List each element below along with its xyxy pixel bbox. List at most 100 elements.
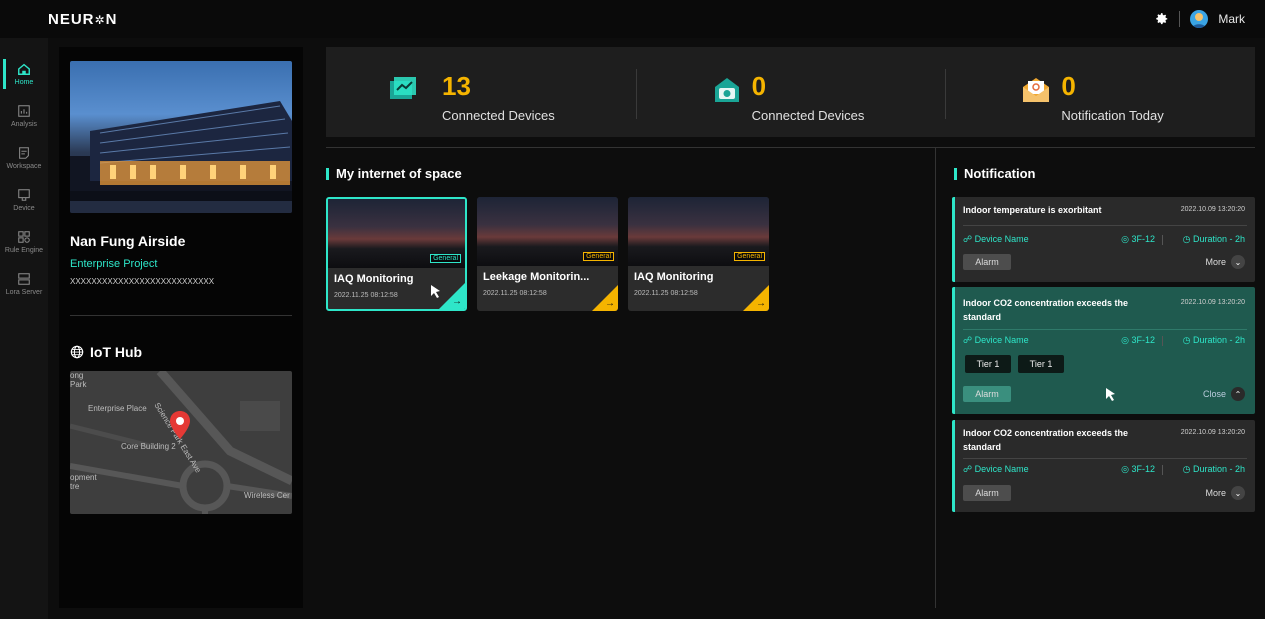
map-label: ong [70, 371, 84, 380]
stat-value: 13 [442, 71, 471, 101]
notification-duration: ◷ Duration - 2h [1182, 464, 1245, 474]
sidebar-item-workspace[interactable]: Workspace [0, 137, 48, 179]
sidebar-item-label: Analysis [10, 121, 38, 128]
divider [70, 315, 292, 316]
space-card-tag: General [430, 254, 461, 263]
arrow-right-icon[interactable]: → [452, 296, 462, 307]
space-card-title: Leekage Monitorin... [483, 271, 590, 283]
map-label: Park [70, 380, 87, 389]
arrow-right-icon[interactable]: → [605, 298, 615, 309]
notification-section-title: Notification [954, 166, 1036, 181]
section-divider [326, 147, 1255, 148]
more-toggle[interactable]: More ⌄ [1205, 255, 1245, 269]
chevron-down-icon: ⌄ [1231, 255, 1245, 269]
space-card-tag: General [583, 252, 614, 261]
rule-engine-icon [18, 231, 30, 243]
map-label: Wireless Cer [244, 491, 290, 500]
app-logo[interactable]: NEUR✲N [48, 11, 117, 28]
notification-device[interactable]: ☍ Device Name [963, 234, 1029, 245]
close-toggle[interactable]: Close ⌃ [1203, 387, 1245, 401]
stat-notification-today: 0 Notification Today [945, 47, 1255, 137]
map-label: opment [70, 473, 97, 482]
project-code: XXXXXXXXXXXXXXXXXXXXXXXXXXX [70, 277, 215, 286]
notification-divider [963, 225, 1247, 226]
space-card-date: 2022.11.25 08:12:58 [634, 290, 698, 297]
sidebar: Home Analysis Workspace Device Rule Engi… [0, 38, 48, 619]
project-name: Nan Fung Airside [70, 233, 186, 249]
space-card[interactable]: General IAQ Monitoring 2022.11.25 08:12:… [628, 197, 769, 311]
notification-divider [963, 458, 1247, 459]
space-card-title: IAQ Monitoring [634, 271, 714, 283]
avatar[interactable] [1190, 10, 1209, 28]
notification-device[interactable]: ☍ Device Name [963, 464, 1029, 475]
sidebar-item-label: Device [13, 205, 35, 212]
cursor-icon [431, 285, 440, 298]
gear-icon[interactable] [1155, 12, 1169, 26]
user-name[interactable]: Mark [1218, 12, 1245, 26]
iot-hub-title: IoT Hub [70, 344, 142, 360]
map-label: Core Building 2 [121, 442, 176, 451]
devices-chart-icon [390, 77, 416, 99]
notification-card[interactable]: Indoor CO2 concentration exceeds the sta… [952, 420, 1255, 512]
sidebar-item-label: Workspace [6, 163, 42, 170]
stats-bar: 13 Connected Devices 0 Connected Devices… [326, 47, 1255, 137]
sidebar-item-label: Lora Server [5, 289, 43, 296]
map-label: Enterprise Place [88, 404, 147, 413]
more-toggle[interactable]: More ⌄ [1205, 486, 1245, 500]
chart-icon [18, 105, 30, 117]
map-label: tre [70, 482, 80, 491]
home-icon [18, 63, 30, 75]
notification-title: Indoor CO2 concentration exceeds the sta… [963, 298, 1129, 322]
sidebar-item-rule-engine[interactable]: Rule Engine [0, 221, 48, 263]
cursor-icon [1106, 388, 1115, 401]
arrow-right-icon[interactable]: → [756, 298, 766, 309]
notification-divider [963, 329, 1247, 330]
notification-duration: ◷ Duration - 2h [1182, 335, 1245, 345]
stat-connected-devices-2: 0 Connected Devices [635, 47, 946, 137]
project-panel: Nan Fung Airside Enterprise Project XXXX… [59, 47, 303, 608]
space-card[interactable]: General Leekage Monitorin... 2022.11.25 … [477, 197, 618, 311]
spaces-section-title: My internet of space [326, 166, 462, 181]
space-card-date: 2022.11.25 08:12:58 [334, 292, 398, 299]
notification-time: 2022.10.09 13:20:20 [1180, 206, 1245, 213]
space-card-date: 2022.11.25 08:12:58 [483, 290, 547, 297]
notification-title: Indoor CO2 concentration exceeds the sta… [963, 428, 1129, 452]
tier-tag: Tier 1 [1018, 355, 1064, 373]
sidebar-item-home[interactable]: Home [0, 53, 48, 95]
server-icon [18, 273, 30, 285]
divider [1162, 336, 1163, 346]
device-icon [18, 189, 30, 201]
notification-title: Indoor temperature is exorbitant [963, 205, 1102, 215]
stat-value: 0 [1061, 71, 1076, 101]
space-card[interactable]: General IAQ Monitoring 2022.11.25 08:12:… [326, 197, 467, 311]
chevron-down-icon: ⌄ [1231, 486, 1245, 500]
notification-location: ◎ 3F-12 [1121, 335, 1155, 345]
stat-value: 0 [751, 71, 767, 101]
space-card-tag: General [734, 252, 765, 261]
divider [1162, 465, 1163, 475]
divider [1162, 235, 1163, 245]
notification-time: 2022.10.09 13:20:20 [1180, 429, 1245, 436]
sidebar-item-lora-server[interactable]: Lora Server [0, 263, 48, 305]
sidebar-item-label: Home [14, 79, 34, 86]
stat-label: Connected Devices [442, 108, 555, 123]
alarm-badge: Alarm [963, 485, 1011, 501]
sidebar-item-label: Rule Engine [4, 247, 44, 254]
sidebar-item-device[interactable]: Device [0, 179, 48, 221]
sidebar-item-analysis[interactable]: Analysis [0, 95, 48, 137]
project-photo [70, 61, 292, 213]
iot-hub-map[interactable]: ong Park Enterprise Place Core Building … [70, 371, 292, 514]
stat-label: Connected Devices [751, 108, 865, 123]
map-pin-icon[interactable] [170, 411, 190, 439]
alarm-badge: Alarm [963, 386, 1011, 402]
document-icon [19, 147, 29, 159]
notification-card-expanded[interactable]: Indoor CO2 concentration exceeds the sta… [952, 287, 1255, 414]
top-bar: NEUR✲N Mark [0, 0, 1265, 38]
project-type[interactable]: Enterprise Project [70, 258, 157, 270]
globe-icon [70, 345, 84, 359]
notification-card[interactable]: Indoor temperature is exorbitant 2022.10… [952, 197, 1255, 282]
stat-label: Notification Today [1061, 108, 1164, 123]
notification-location: ◎ 3F-12 [1121, 464, 1155, 474]
notification-device[interactable]: ☍ Device Name [963, 335, 1029, 346]
notification-duration: ◷ Duration - 2h [1182, 234, 1245, 244]
